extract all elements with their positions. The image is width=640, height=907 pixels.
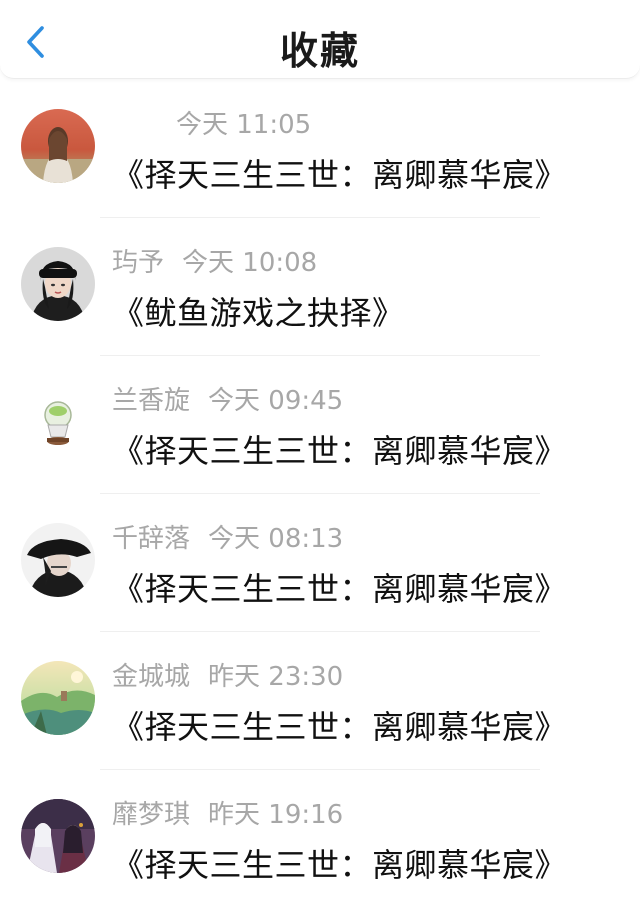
landscape-avatar[interactable] [21,661,95,735]
timestamp: 今天 09:45 [208,386,344,416]
timestamp: 今天 10:08 [182,248,318,278]
list-item[interactable]: 金城城 昨天 23:30 《择天三生三世：离卿慕华宸》 [0,632,640,770]
girl-field-avatar[interactable] [21,109,95,183]
anime-couple-avatar[interactable] [21,799,95,873]
favorites-screen: 收藏 今天 11:05 《择天三生三世：离卿慕华宸》 玙予 今天 10:08 《… [0,0,640,907]
hat-person-avatar[interactable] [21,523,95,597]
timestamp: 昨天 19:16 [208,800,344,830]
item-title: 《择天三生三世：离卿慕华宸》 [112,570,568,608]
list-item[interactable]: 千辞落 今天 08:13 《择天三生三世：离卿慕华宸》 [0,494,640,632]
item-title: 《择天三生三世：离卿慕华宸》 [112,432,568,470]
author-name: 靡梦琪 [112,800,191,830]
timestamp: 今天 08:13 [208,524,344,554]
timestamp: 今天 11:05 [176,110,312,140]
list-item[interactable]: 今天 11:05 《择天三生三世：离卿慕华宸》 [0,80,640,218]
list-item[interactable]: 靡梦琪 昨天 19:16 《择天三生三世：离卿慕华宸》 [0,770,640,907]
author-name: 金城城 [112,662,191,692]
girl-cap-avatar[interactable] [21,247,95,321]
timestamp: 昨天 23:30 [208,662,344,692]
item-title: 《择天三生三世：离卿慕华宸》 [112,708,568,746]
list-item[interactable]: 玙予 今天 10:08 《鱿鱼游戏之抉择》 [0,218,640,356]
item-title: 《择天三生三世：离卿慕华宸》 [112,156,568,194]
list-item[interactable]: 兰香旋 今天 09:45 《择天三生三世：离卿慕华宸》 [0,356,640,494]
item-title: 《择天三生三世：离卿慕华宸》 [112,846,568,884]
author-name: 兰香旋 [112,386,191,416]
header-bar: 收藏 [0,0,640,79]
page-title: 收藏 [279,29,360,73]
author-name: 千辞落 [112,524,191,554]
crystal-ball-avatar[interactable] [21,385,95,459]
favorites-list: 今天 11:05 《择天三生三世：离卿慕华宸》 玙予 今天 10:08 《鱿鱼游… [0,80,640,907]
item-title: 《鱿鱼游戏之抉择》 [112,294,405,332]
author-name: 玙予 [112,248,165,278]
